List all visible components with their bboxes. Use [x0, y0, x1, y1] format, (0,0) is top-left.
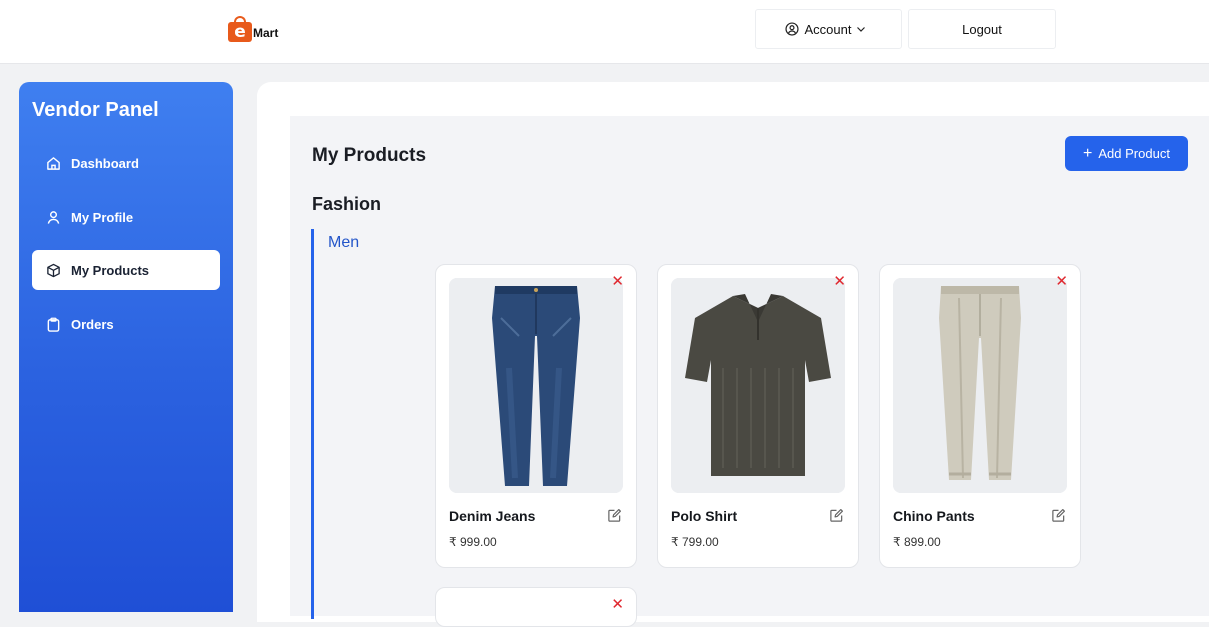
edit-icon[interactable] — [1051, 508, 1066, 523]
product-name: Chino Pants — [893, 508, 975, 524]
plus-icon: + — [1083, 144, 1093, 162]
category-heading: Fashion — [312, 194, 382, 214]
delete-product-icon[interactable]: ✕ — [611, 597, 624, 612]
vendor-sidebar: Vendor Panel Dashboard My Profile My Pro… — [19, 82, 233, 612]
sidebar-item-dashboard[interactable]: Dashboard — [32, 143, 220, 183]
product-image-chino-pants — [893, 278, 1067, 493]
add-product-label: Add Product — [1098, 146, 1170, 161]
account-dropdown[interactable]: Account — [755, 9, 902, 49]
subcategory-accent-bar — [311, 229, 314, 619]
subcategory-heading: Men — [328, 234, 360, 251]
product-card[interactable]: ✕ Chino Pants ₹ 899.00 — [879, 264, 1081, 568]
user-icon — [47, 210, 60, 224]
clipboard-icon — [47, 317, 60, 332]
sidebar-item-label: My Profile — [71, 209, 134, 225]
logout-button[interactable]: Logout — [908, 9, 1056, 49]
page-title: My Products — [312, 145, 427, 166]
product-price: ₹ 999.00 — [449, 535, 497, 549]
sidebar-title: Vendor Panel — [32, 99, 159, 121]
delete-product-icon[interactable]: ✕ — [1055, 274, 1068, 289]
top-navbar: e Mart Account Logout — [0, 0, 1209, 64]
logo-text: Mart — [253, 26, 279, 40]
product-name: Polo Shirt — [671, 508, 738, 524]
sidebar-item-label: Orders — [71, 316, 114, 332]
sidebar-item-my-products[interactable]: My Products — [32, 250, 220, 290]
user-circle-icon — [784, 22, 799, 36]
product-card[interactable]: ✕ Denim Jeans ₹ 999.00 — [435, 264, 637, 568]
shopping-bag-icon: e — [228, 16, 252, 42]
edit-icon[interactable] — [607, 508, 622, 523]
product-card[interactable]: ✕ — [435, 587, 637, 627]
home-icon — [47, 156, 60, 170]
product-name: Denim Jeans — [449, 508, 536, 524]
chevron-down-icon — [857, 27, 866, 32]
product-image-polo-shirt — [671, 278, 845, 493]
sidebar-item-label: Dashboard — [71, 155, 139, 171]
sidebar-item-my-profile[interactable]: My Profile — [32, 197, 220, 237]
delete-product-icon[interactable]: ✕ — [611, 274, 624, 289]
add-product-button[interactable]: + Add Product — [1065, 136, 1188, 171]
sidebar-item-label: My Products — [71, 262, 150, 278]
edit-icon[interactable] — [829, 508, 844, 523]
product-price: ₹ 799.00 — [671, 535, 719, 549]
delete-product-icon[interactable]: ✕ — [833, 274, 846, 289]
account-label: Account — [804, 21, 852, 37]
box-icon — [47, 263, 60, 277]
product-card[interactable]: ✕ Polo Shirt ₹ 799.00 — [657, 264, 859, 568]
sidebar-item-orders[interactable]: Orders — [32, 304, 220, 344]
logout-label: Logout — [962, 21, 1002, 37]
product-image-jeans — [449, 278, 623, 493]
product-price: ₹ 899.00 — [893, 535, 941, 549]
emart-logo[interactable]: e Mart — [228, 16, 278, 42]
